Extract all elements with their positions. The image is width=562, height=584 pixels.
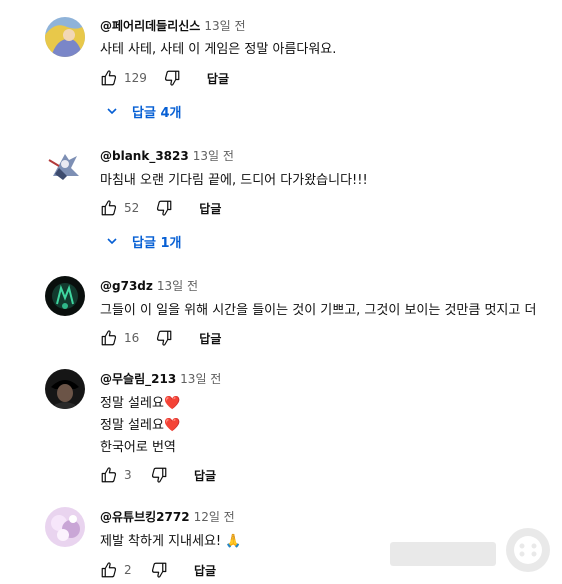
thumb-down-icon[interactable] [163,69,181,87]
comment-actions: 3 답글 [100,465,216,485]
like-count: 52 [124,201,140,215]
comment-header: @blank_3823 13일 전 [100,147,234,164]
reply-button[interactable]: 답글 [194,562,216,579]
avatar[interactable] [45,276,85,316]
like-count: 129 [124,71,147,85]
thumb-up-icon[interactable] [100,199,118,217]
like-count: 3 [124,468,132,482]
reply-button[interactable]: 답글 [199,330,221,347]
chevron-down-icon [106,105,118,117]
timestamp[interactable]: 13일 전 [180,372,221,386]
comment-header: @페어리데들리신스 13일 전 [100,17,246,34]
comment-text: 그들이 이 일을 위해 시간을 들이는 것이 기쁘고, 그것이 보이는 것만큼 … [100,303,537,318]
comment-header: @무슬림_213 13일 전 [100,370,221,387]
like-count: 2 [124,563,132,577]
thumb-down-icon[interactable] [150,561,168,579]
heart-emoji: ❤️ [163,396,181,411]
comment-actions: 129 답글 [100,68,229,88]
thumb-up-icon[interactable] [100,69,118,87]
reply-button[interactable]: 답글 [194,467,216,484]
author-name[interactable]: @무슬림_213 [100,372,176,386]
like-count: 16 [124,331,140,345]
timestamp[interactable]: 13일 전 [204,19,245,33]
comment-text: 정말 설레요 [100,396,164,411]
author-name[interactable]: @blank_3823 [100,149,189,163]
heart-emoji: ❤️ [163,418,181,433]
comment-text: 정말 설레요 [100,418,164,433]
pray-emoji: 🙏 [225,534,242,549]
avatar[interactable] [45,17,85,57]
avatar[interactable] [45,507,85,547]
comment-text: 마침내 오랜 기다림 끝에, 드디어 다가왔습니다!!! [100,173,368,188]
comment-actions: 16 답글 [100,328,221,348]
author-name[interactable]: @g73dz [100,279,153,293]
comment-actions: 52 답글 [100,198,221,218]
thumb-up-icon[interactable] [100,561,118,579]
timestamp[interactable]: 13일 전 [157,279,198,293]
reply-button[interactable]: 답글 [207,70,229,87]
view-replies-button[interactable]: 답글 4개 [106,101,181,121]
comment-header: @g73dz 13일 전 [100,277,198,294]
comment-actions: 2 답글 [100,560,216,580]
view-replies-button[interactable]: 답글 1개 [106,231,181,251]
comment-text: 제발 착하게 지내세요! [100,534,222,549]
comment-text-line-1: 정말 설레요❤️ [100,392,180,411]
watermark-logo [384,522,554,578]
avatar[interactable] [45,146,85,186]
author-name[interactable]: @페어리데들리신스 [100,19,200,33]
translate-link[interactable]: 한국어로 번역 [100,436,176,455]
thumb-down-icon[interactable] [155,199,173,217]
chevron-down-icon [106,235,118,247]
comment-header: @유튜브킹2772 12일 전 [100,508,235,525]
timestamp[interactable]: 12일 전 [194,510,235,524]
thumb-down-icon[interactable] [150,466,168,484]
thumb-up-icon[interactable] [100,466,118,484]
reply-button[interactable]: 답글 [199,200,221,217]
thumb-down-icon[interactable] [155,329,173,347]
replies-label: 답글 1개 [132,235,182,251]
author-name[interactable]: @유튜브킹2772 [100,510,190,524]
timestamp[interactable]: 13일 전 [193,149,234,163]
avatar[interactable] [45,369,85,409]
thumb-up-icon[interactable] [100,329,118,347]
replies-label: 답글 4개 [132,105,182,121]
comment-text: 사테 사테, 사테 이 게임은 정말 아름다워요. [100,42,337,57]
comment-text-line-2: 정말 설레요❤️ [100,414,180,433]
comment-text-line-1: 제발 착하게 지내세요! 🙏 [100,530,241,549]
